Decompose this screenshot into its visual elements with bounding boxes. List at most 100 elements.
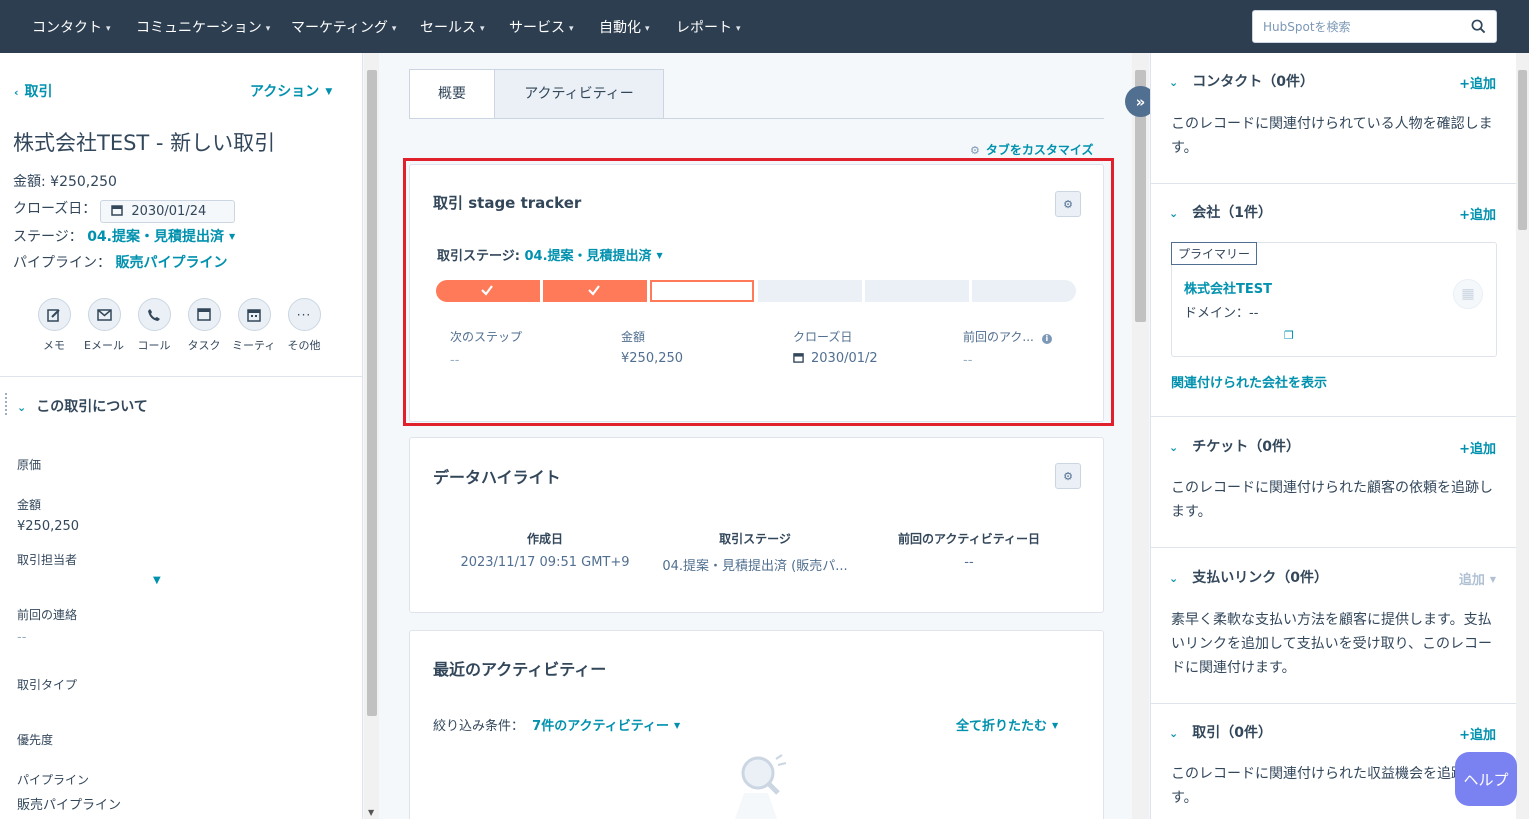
nav-automation[interactable]: 自動化 ▾ (599, 17, 650, 37)
deal-title: 株式会社TEST - 新しい取引 (13, 131, 276, 155)
data-highlights-settings-button[interactable]: ⚙ (1055, 463, 1081, 489)
chevron-down-icon: ⌄ (1169, 207, 1179, 220)
task-button[interactable]: タスク (179, 298, 229, 353)
add-contact-button[interactable]: +追加 (1459, 73, 1496, 92)
stage-dropdown[interactable]: 04.提案・見積提出済 ▼ (87, 229, 235, 245)
scrollbar-thumb[interactable] (1518, 70, 1527, 230)
chevron-down-icon: ⌄ (1169, 572, 1179, 585)
right-scrollbar[interactable] (1516, 53, 1529, 819)
divider (1151, 547, 1516, 548)
data-highlights-card: データハイライト ⚙ 作成日 2023/11/17 09:51 GMT+9 取引… (409, 437, 1104, 613)
search-icon[interactable] (1471, 19, 1486, 34)
payment-links-section-toggle[interactable]: ⌄ 支払いリンク（0件） (1169, 567, 1328, 587)
field-label-priority: 優先度 (17, 733, 54, 747)
collapse-all-button[interactable]: 全て折りたたむ ▼ (956, 715, 1058, 734)
left-scrollbar[interactable]: ▼ (364, 53, 379, 819)
call-button[interactable]: コール (129, 298, 179, 353)
add-payment-link-button[interactable]: 追加 ▼ (1459, 569, 1496, 588)
chevron-left-icon: ‹ (14, 86, 19, 99)
global-search (1252, 10, 1497, 43)
chevron-down-icon: ⌄ (1169, 441, 1179, 454)
view-associated-companies-link[interactable]: 関連付けられた会社を表示 (1171, 372, 1327, 391)
chevron-down-icon: ▾ (265, 24, 271, 34)
field-label-deal-owner: 取引担当者 (17, 553, 78, 567)
field-value-pipeline[interactable]: 販売パイプライン (17, 794, 121, 813)
gear-icon: ⚙ (1063, 469, 1073, 483)
customize-tabs-link[interactable]: ⚙ タブをカスタマイズ (970, 141, 1094, 158)
drag-handle-icon[interactable] (5, 393, 9, 415)
deals-section-toggle[interactable]: ⌄ 取引（0件） (1169, 722, 1272, 742)
note-label: メモ (43, 339, 65, 352)
pipeline-value[interactable]: 販売パイプライン (115, 255, 227, 271)
contacts-section-toggle[interactable]: ⌄ コンタクト（0件） (1169, 71, 1314, 91)
recent-activity-card: 最近のアクティビティー 絞り込み条件： 7件のアクティビティー ▼ 全て折りたたむ… (409, 630, 1104, 819)
activity-filter-dropdown[interactable]: 7件のアクティビティー ▼ (532, 719, 680, 734)
tab-activities[interactable]: アクティビティー (494, 69, 664, 119)
company-name-link[interactable]: 株式会社TEST (1184, 278, 1272, 297)
section-title: 会社（1件） (1192, 205, 1272, 221)
nav-contacts[interactable]: コンタクト ▾ (32, 17, 111, 37)
deal-owner-dropdown-icon[interactable]: ▼ (153, 575, 161, 586)
email-label: Eメール (84, 339, 124, 352)
more-button[interactable]: ··· その他 (279, 298, 329, 353)
help-button[interactable]: ヘルプ (1455, 752, 1517, 806)
more-icon: ··· (296, 307, 312, 322)
companies-section-toggle[interactable]: ⌄ 会社（1件） (1169, 202, 1272, 222)
more-label: その他 (287, 339, 321, 352)
back-to-deals-link[interactable]: ‹ 取引 (14, 81, 53, 101)
divider (1151, 703, 1516, 704)
nav-communications[interactable]: コミュニケーション ▾ (136, 17, 270, 37)
nav-marketing[interactable]: マーケティング ▾ (291, 17, 396, 37)
call-button-circle (137, 298, 171, 331)
chevron-down-icon: ⌄ (1169, 727, 1179, 740)
call-label: コール (137, 339, 171, 352)
field-value-amount[interactable]: ¥250,250 (17, 519, 79, 534)
tickets-section-toggle[interactable]: ⌄ チケット（0件） (1169, 436, 1300, 456)
nav-reports[interactable]: レポート ▾ (676, 17, 741, 37)
note-button[interactable]: メモ (29, 298, 79, 353)
deals-empty-text: このレコードに関連付けられた収益機会を追跡します。 (1171, 766, 1493, 806)
email-button[interactable]: Eメール (79, 298, 129, 353)
nav-service[interactable]: サービス ▾ (509, 17, 574, 37)
highlight-value-stage: 04.提案・見積提出済 (販売パ... (662, 559, 848, 574)
company-domain: ドメイン：-- (1184, 306, 1259, 321)
caret-down-icon: ▼ (325, 87, 333, 97)
email-icon (96, 308, 112, 321)
meeting-button[interactable]: ミーティング (229, 298, 279, 353)
nav-label: 自動化 (599, 20, 641, 36)
search-input[interactable] (1263, 18, 1463, 36)
nav-sales[interactable]: セールス ▾ (420, 17, 485, 37)
scroll-down-icon[interactable]: ▼ (368, 808, 374, 817)
divider (1151, 183, 1516, 184)
actions-menu[interactable]: アクション ▼ (250, 81, 332, 101)
meeting-button-circle (237, 298, 271, 331)
field-label-cost: 原価 (17, 458, 42, 472)
about-section-title: この取引について (36, 399, 148, 415)
center-scrollbar[interactable] (1132, 53, 1149, 819)
highlight-annotation-box (403, 158, 1114, 426)
pipeline-row: パイプライン： 販売パイプライン (13, 252, 227, 272)
tab-label: アクティビティー (524, 86, 634, 102)
close-date-row: クローズ日： 2030/01/24 (13, 198, 236, 223)
field-label-deal-type: 取引タイプ (17, 678, 78, 692)
caret-down-icon: ▼ (1489, 575, 1496, 584)
recent-activity-title: 最近のアクティビティー (433, 660, 607, 679)
gear-icon: ⚙ (970, 144, 980, 157)
scrollbar-thumb[interactable] (367, 70, 377, 716)
add-deal-button[interactable]: +追加 (1459, 724, 1496, 743)
add-company-button[interactable]: +追加 (1459, 204, 1496, 223)
about-section-toggle[interactable]: ⌄ この取引について (17, 396, 148, 416)
close-date-picker[interactable]: 2030/01/24 (100, 200, 236, 223)
tab-overview[interactable]: 概要 (409, 69, 495, 119)
chevron-down-icon: ▾ (391, 24, 397, 34)
add-ticket-button[interactable]: +追加 (1459, 438, 1496, 457)
section-title: チケット（0件） (1192, 439, 1300, 455)
pipeline-label: パイプライン： (13, 255, 111, 271)
note-button-circle (37, 298, 71, 331)
task-label: タスク (187, 339, 221, 352)
calendar-icon (111, 205, 124, 216)
activity-filter-row: 絞り込み条件： 7件のアクティビティー ▼ (433, 715, 680, 734)
chevron-down-icon: ▾ (645, 24, 650, 34)
copy-icon[interactable]: ❐ (1284, 329, 1294, 342)
task-icon (197, 308, 211, 321)
